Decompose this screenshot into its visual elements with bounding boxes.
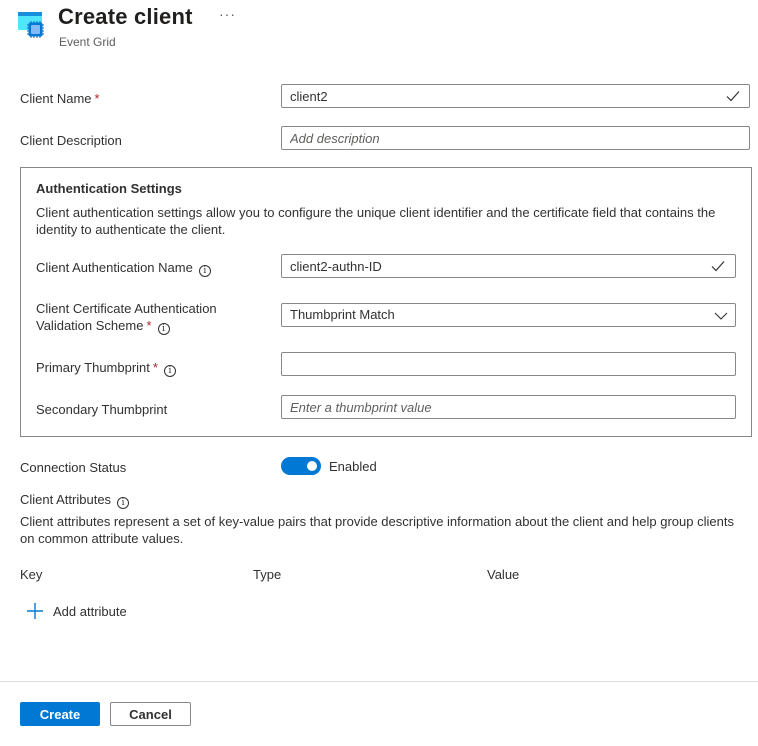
authentication-settings-title: Authentication Settings	[36, 181, 182, 196]
auth-name-input[interactable]	[281, 254, 736, 278]
client-description-label: Client Description	[20, 133, 122, 148]
validation-scheme-label-line2: Validation Scheme * i	[36, 317, 217, 335]
secondary-thumbprint-input[interactable]	[281, 395, 736, 419]
client-name-label: Client Name *	[20, 90, 100, 107]
info-icon[interactable]: i	[198, 265, 211, 277]
connection-status-label: Connection Status	[20, 460, 127, 475]
check-icon	[726, 91, 740, 102]
info-icon[interactable]: i	[163, 365, 176, 377]
cancel-button[interactable]: Cancel	[110, 702, 191, 726]
plus-icon	[27, 603, 43, 619]
client-attributes-description: Client attributes represent a set of key…	[20, 514, 734, 546]
more-options-button[interactable]: ···	[219, 6, 236, 22]
client-attributes-label-text: Client Attributes	[20, 492, 112, 507]
toggle-knob	[307, 461, 317, 471]
connection-status-value: Enabled	[329, 459, 377, 474]
event-grid-client-icon	[18, 10, 48, 40]
primary-thumbprint-input[interactable]	[281, 352, 736, 376]
page-title: Create client	[58, 4, 193, 29]
page-subtitle: Event Grid	[59, 35, 116, 49]
auth-name-label: Client Authentication Name i	[36, 259, 211, 277]
validation-scheme-label-line2-text: Validation Scheme	[36, 318, 144, 333]
auth-name-label-text: Client Authentication Name	[36, 260, 193, 275]
column-header-type: Type	[253, 567, 282, 582]
required-marker: *	[94, 91, 100, 106]
column-header-value: Value	[487, 567, 520, 582]
column-header-key: Key	[20, 567, 43, 582]
connection-status-toggle[interactable]	[281, 457, 321, 475]
validation-scheme-selected: Thumbprint Match	[290, 307, 395, 322]
add-attribute-label: Add attribute	[53, 603, 127, 619]
required-marker: *	[152, 360, 158, 375]
authentication-settings-description: Client authentication settings allow you…	[36, 205, 716, 237]
secondary-thumbprint-label: Secondary Thumbprint	[36, 402, 168, 417]
client-attributes-label: Client Attributes i	[20, 491, 130, 509]
create-button[interactable]: Create	[20, 702, 100, 726]
add-attribute-button[interactable]: Add attribute	[26, 600, 127, 622]
check-icon	[711, 261, 725, 272]
required-marker: *	[146, 318, 152, 333]
info-icon[interactable]: i	[157, 323, 170, 335]
validation-scheme-label: Client Certificate Authentication Valida…	[36, 300, 217, 335]
info-icon[interactable]: i	[117, 497, 130, 509]
primary-thumbprint-label: Primary Thumbprint * i	[36, 359, 176, 377]
validation-scheme-dropdown[interactable]: Thumbprint Match	[281, 303, 736, 327]
client-name-label-text: Client Name	[20, 91, 92, 106]
client-name-input[interactable]	[281, 84, 750, 108]
validation-scheme-label-line1: Client Certificate Authentication	[36, 301, 217, 316]
chevron-down-icon	[714, 312, 728, 320]
client-description-input[interactable]	[281, 126, 750, 150]
footer-divider	[0, 681, 758, 682]
primary-thumbprint-label-text: Primary Thumbprint	[36, 360, 150, 375]
